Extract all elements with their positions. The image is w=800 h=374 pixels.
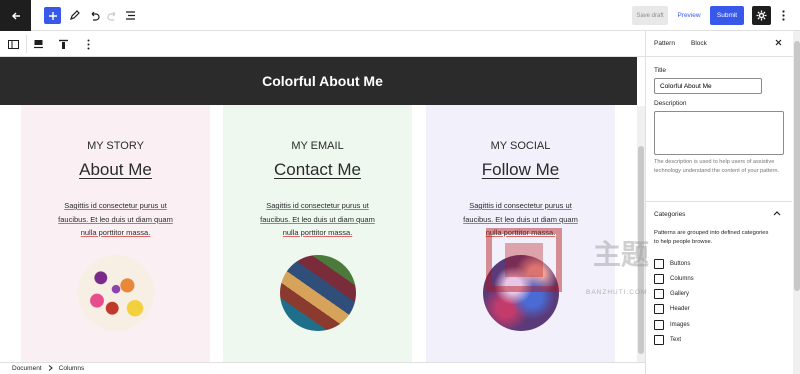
chevron-up-icon[interactable] bbox=[773, 208, 781, 218]
sidebar-scrollbar[interactable] bbox=[793, 31, 800, 374]
align-icon[interactable] bbox=[30, 36, 46, 52]
column-body-text: Sagittis id consectetur purus ut faucibu… bbox=[260, 201, 375, 237]
category-label: Text bbox=[670, 336, 682, 343]
category-label: Columns bbox=[670, 275, 694, 282]
save-draft-button[interactable]: Save draft bbox=[632, 6, 668, 25]
column-heading: Follow Me bbox=[426, 160, 615, 180]
column-heading: About Me bbox=[21, 160, 210, 180]
category-images[interactable]: Images bbox=[654, 319, 690, 330]
tab-block[interactable]: Block bbox=[691, 40, 707, 47]
sidebar-scrollbar-thumb[interactable] bbox=[794, 41, 800, 291]
breadcrumb-document[interactable]: Document bbox=[12, 365, 42, 372]
block-toolbar bbox=[0, 31, 645, 57]
checkbox[interactable] bbox=[654, 303, 664, 314]
category-header[interactable]: Header bbox=[654, 303, 690, 314]
circle-image bbox=[483, 255, 559, 331]
list-view-icon[interactable] bbox=[122, 7, 139, 24]
column-kicker: MY STORY bbox=[87, 140, 144, 152]
vertical-dots-icon[interactable] bbox=[776, 6, 790, 25]
circle-image bbox=[78, 255, 154, 331]
toolbar-divider bbox=[26, 35, 27, 53]
editor-canvas[interactable]: Colorful About Me MY STORY About Me Sagi… bbox=[0, 57, 637, 362]
category-label: Buttons bbox=[670, 260, 691, 267]
column-body: Sagittis id consectetur purus ut faucibu… bbox=[51, 199, 180, 240]
hero-title[interactable]: Colorful About Me bbox=[0, 57, 637, 105]
column-heading-text: About Me bbox=[79, 160, 152, 179]
category-label: Images bbox=[670, 321, 690, 328]
description-help: The description is used to help users of… bbox=[654, 159, 780, 174]
tab-pattern[interactable]: Pattern bbox=[654, 40, 675, 47]
column-heading-text: Follow Me bbox=[481, 160, 560, 179]
category-text[interactable]: Text bbox=[654, 334, 681, 345]
canvas-scrollbar[interactable] bbox=[637, 106, 645, 362]
top-toolbar: Save draft Preview Submit bbox=[0, 0, 800, 31]
categories-help: Patterns are grouped into defined catego… bbox=[654, 230, 769, 245]
checkbox[interactable] bbox=[654, 258, 664, 269]
plus-icon[interactable] bbox=[44, 7, 61, 24]
description-textarea[interactable] bbox=[654, 111, 784, 155]
column-about[interactable]: MY STORY About Me Sagittis id consectetu… bbox=[21, 105, 210, 362]
column-body: Sagittis id consectetur purus ut faucibu… bbox=[456, 199, 585, 240]
category-columns[interactable]: Columns bbox=[654, 273, 694, 284]
breadcrumb-columns[interactable]: Columns bbox=[59, 365, 85, 372]
categories-heading[interactable]: Categories bbox=[654, 211, 685, 218]
wordpress-back-icon[interactable] bbox=[0, 0, 31, 31]
vertical-align-top-icon[interactable] bbox=[55, 36, 71, 52]
category-label: Header bbox=[670, 305, 690, 312]
panel-divider bbox=[646, 201, 792, 202]
settings-sidebar: Pattern Block Title Description The desc… bbox=[645, 31, 800, 374]
category-label: Gallery bbox=[670, 290, 690, 297]
canvas-scrollbar-thumb[interactable] bbox=[638, 146, 644, 354]
block-options-icon[interactable] bbox=[80, 36, 96, 52]
sidebar-tabs: Pattern Block bbox=[646, 31, 800, 57]
breadcrumb: Document Columns bbox=[0, 362, 645, 374]
gear-icon[interactable] bbox=[752, 6, 771, 25]
checkbox[interactable] bbox=[654, 273, 664, 284]
title-input[interactable] bbox=[654, 78, 762, 94]
circle-image bbox=[280, 255, 356, 331]
category-buttons[interactable]: Buttons bbox=[654, 258, 690, 269]
checkbox[interactable] bbox=[654, 319, 664, 330]
title-label: Title bbox=[654, 67, 667, 74]
column-body: Sagittis id consectetur purus ut faucibu… bbox=[253, 199, 382, 240]
category-gallery[interactable]: Gallery bbox=[654, 288, 689, 299]
column-contact[interactable]: MY EMAIL Contact Me Sagittis id consecte… bbox=[223, 105, 412, 362]
pencil-icon[interactable] bbox=[66, 7, 83, 24]
column-body-text: Sagittis id consectetur purus ut faucibu… bbox=[58, 201, 173, 237]
undo-icon[interactable] bbox=[86, 7, 103, 24]
chevron-right-icon bbox=[48, 364, 53, 373]
column-social[interactable]: MY SOCIAL Follow Me Sagittis id consecte… bbox=[426, 105, 615, 362]
redo-icon[interactable] bbox=[104, 7, 121, 24]
checkbox[interactable] bbox=[654, 288, 664, 299]
column-heading: Contact Me bbox=[223, 160, 412, 180]
description-label: Description bbox=[654, 100, 687, 107]
submit-button[interactable]: Submit bbox=[710, 6, 744, 25]
column-body-text: Sagittis id consectetur purus ut faucibu… bbox=[463, 201, 578, 237]
column-heading-text: Contact Me bbox=[274, 160, 361, 179]
columns-block-icon[interactable] bbox=[5, 36, 21, 52]
column-kicker: MY SOCIAL bbox=[490, 140, 551, 152]
editor-window: Save draft Preview Submit Colorful About… bbox=[0, 0, 800, 374]
checkbox[interactable] bbox=[654, 334, 664, 345]
column-kicker: MY EMAIL bbox=[291, 140, 344, 152]
close-icon[interactable] bbox=[775, 38, 782, 48]
preview-button[interactable]: Preview bbox=[674, 6, 704, 25]
